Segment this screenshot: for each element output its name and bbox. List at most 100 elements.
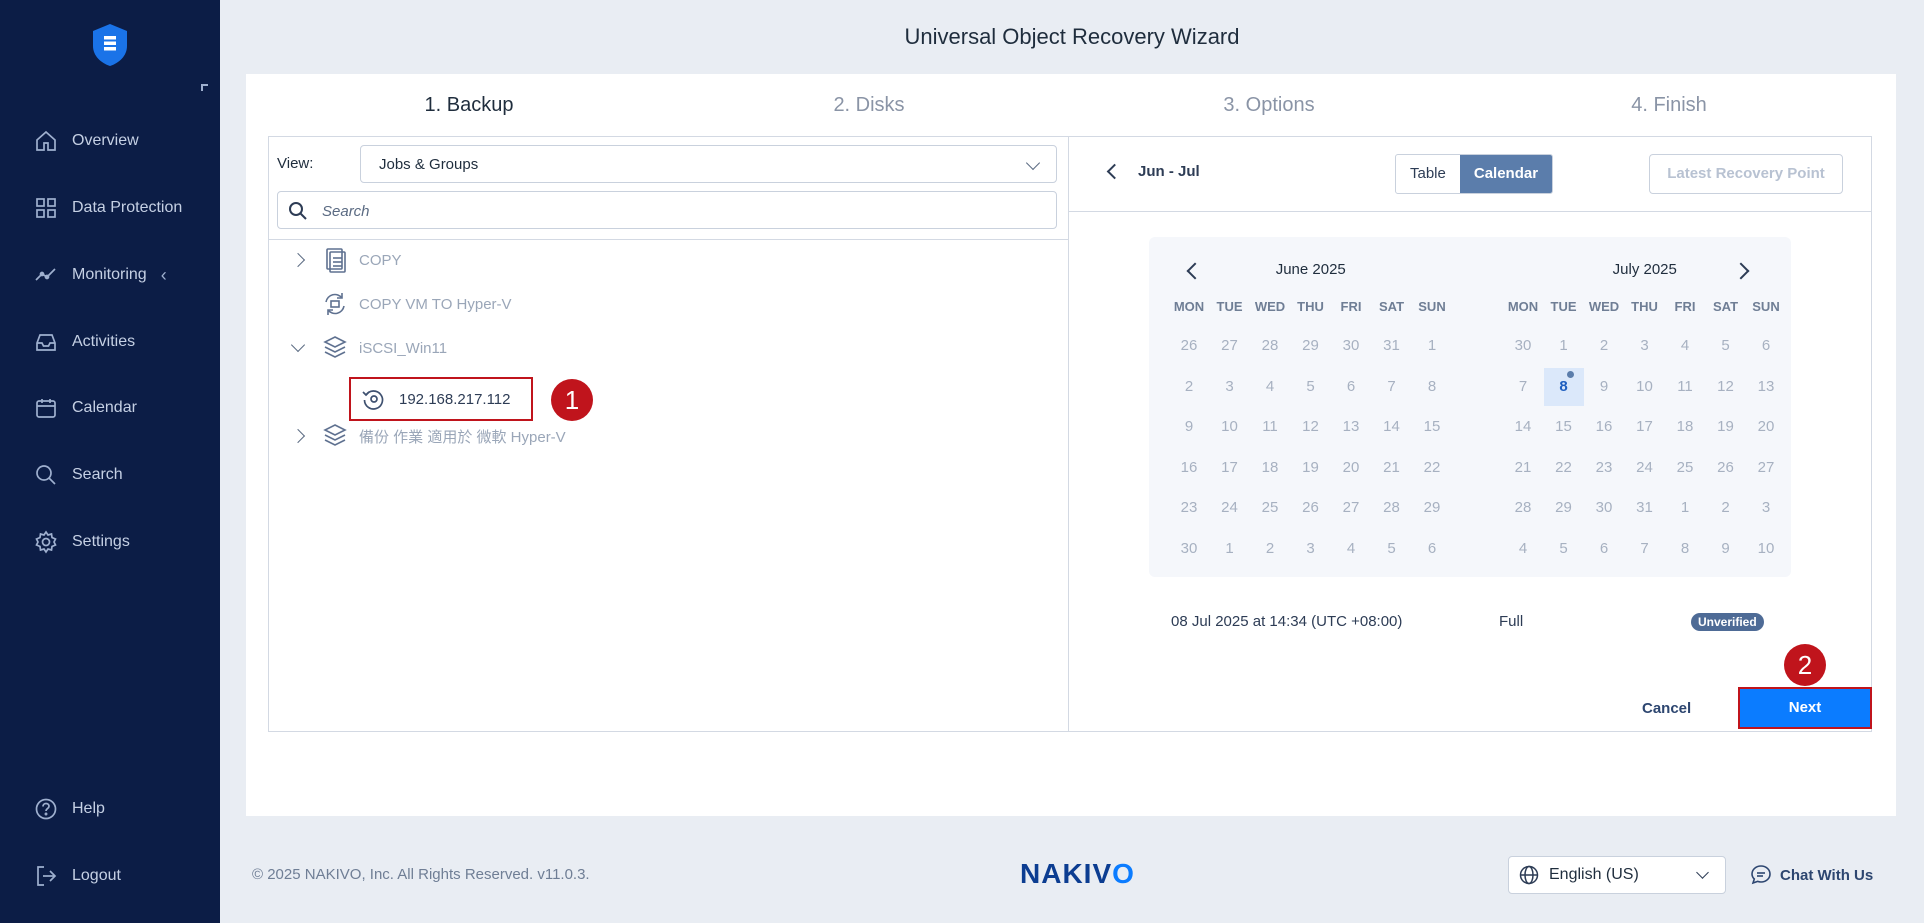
calendar-day[interactable]: 1	[1412, 327, 1452, 365]
calendar-day[interactable]: 23	[1169, 489, 1209, 527]
calendar-day[interactable]: 31	[1372, 327, 1412, 365]
calendar-day[interactable]: 3	[1291, 530, 1331, 568]
calendar-day[interactable]: 27	[1746, 449, 1786, 487]
sidebar-item-help[interactable]: Help	[34, 794, 105, 824]
tree-node-host-192-168-217-112[interactable]: 192.168.217.112	[349, 377, 533, 421]
calendar-day[interactable]: 2	[1706, 489, 1746, 527]
calendar-day[interactable]: 2	[1169, 368, 1209, 406]
calendar-day[interactable]: 29	[1544, 489, 1584, 527]
calendar-day[interactable]: 5	[1706, 327, 1746, 365]
calendar-day[interactable]: 26	[1169, 327, 1209, 365]
sidebar-item-settings[interactable]: Settings	[34, 527, 130, 557]
calendar-day[interactable]: 25	[1665, 449, 1705, 487]
calendar-day[interactable]: 22	[1412, 449, 1452, 487]
toggle-table[interactable]: Table	[1396, 155, 1460, 193]
calendar-day[interactable]: 9	[1706, 530, 1746, 568]
calendar-day[interactable]: 12	[1706, 368, 1746, 406]
calendar-day[interactable]: 24	[1210, 489, 1250, 527]
tree-node-copy[interactable]: COPY	[290, 245, 402, 275]
calendar-day[interactable]: 5	[1291, 368, 1331, 406]
calendar-day[interactable]: 28	[1250, 327, 1290, 365]
calendar-day[interactable]: 30	[1331, 327, 1371, 365]
calendar-day[interactable]: 18	[1665, 408, 1705, 446]
calendar-day[interactable]: 16	[1584, 408, 1624, 446]
sidebar-item-logout[interactable]: Logout	[34, 861, 121, 891]
chevron-right-icon[interactable]	[290, 252, 306, 268]
calendar-day[interactable]: 21	[1372, 449, 1412, 487]
calendar-day[interactable]: 7	[1503, 368, 1543, 406]
calendar-day[interactable]: 11	[1250, 408, 1290, 446]
tree-node-iscsi-win11[interactable]: iSCSI_Win11	[290, 333, 447, 363]
calendar-day[interactable]: 14	[1503, 408, 1543, 446]
step-disks[interactable]: 2. Disks	[669, 94, 1069, 117]
calendar-day[interactable]: 11	[1665, 368, 1705, 406]
calendar-day[interactable]: 13	[1331, 408, 1371, 446]
calendar-day[interactable]: 18	[1250, 449, 1290, 487]
calendar-day[interactable]: 20	[1746, 408, 1786, 446]
period-nav[interactable]: Jun - Jul	[1106, 163, 1200, 180]
tree-node-hyper-v-backup-job[interactable]: 備份 作業 適用於 微軟 Hyper-V	[290, 421, 566, 451]
calendar-day[interactable]: 19	[1291, 449, 1331, 487]
calendar-day[interactable]: 9	[1169, 408, 1209, 446]
language-select[interactable]: English (US)	[1508, 856, 1726, 894]
recovery-point-date[interactable]: 08 Jul 2025 at 14:34 (UTC +08:00)	[1171, 613, 1402, 630]
calendar-day[interactable]: 7	[1625, 530, 1665, 568]
calendar-day[interactable]: 3	[1625, 327, 1665, 365]
sidebar-item-calendar[interactable]: Calendar	[34, 393, 137, 423]
calendar-day[interactable]: 3	[1210, 368, 1250, 406]
sidebar-item-search[interactable]: Search	[34, 460, 123, 490]
search-input[interactable]	[322, 199, 1022, 223]
search-field[interactable]	[277, 191, 1057, 229]
calendar-day[interactable]: 28	[1372, 489, 1412, 527]
calendar-day[interactable]: 5	[1372, 530, 1412, 568]
calendar-day[interactable]: 10	[1746, 530, 1786, 568]
calendar-day[interactable]: 2	[1250, 530, 1290, 568]
calendar-day[interactable]: 6	[1746, 327, 1786, 365]
tree-node-copy-vm-to-hyper-v[interactable]: COPY VM TO Hyper-V	[321, 289, 512, 319]
calendar-day[interactable]: 9	[1584, 368, 1624, 406]
calendar-day[interactable]: 4	[1665, 327, 1705, 365]
chevron-left-icon[interactable]	[1106, 163, 1123, 180]
cancel-button[interactable]: Cancel	[1642, 700, 1691, 717]
calendar-day[interactable]: 30	[1584, 489, 1624, 527]
calendar-day[interactable]: 6	[1584, 530, 1624, 568]
next-button[interactable]: Next	[1738, 687, 1872, 729]
calendar-day[interactable]: 30	[1503, 327, 1543, 365]
view-select[interactable]: Jobs & Groups	[360, 145, 1057, 183]
calendar-day[interactable]: 6	[1331, 368, 1371, 406]
calendar-day[interactable]: 29	[1291, 327, 1331, 365]
calendar-day[interactable]: 24	[1625, 449, 1665, 487]
sidebar-item-monitoring[interactable]: Monitoring ‹	[34, 260, 167, 290]
calendar-day[interactable]: 7	[1372, 368, 1412, 406]
calendar-day[interactable]: 8	[1665, 530, 1705, 568]
calendar-day[interactable]: 1	[1544, 327, 1584, 365]
calendar-day[interactable]: 12	[1291, 408, 1331, 446]
calendar-day[interactable]: 3	[1746, 489, 1786, 527]
calendar-day[interactable]: 2	[1584, 327, 1624, 365]
calendar-day[interactable]: 16	[1169, 449, 1209, 487]
chat-with-us-link[interactable]: Chat With Us	[1750, 864, 1873, 886]
calendar-day[interactable]: 10	[1210, 408, 1250, 446]
calendar-day[interactable]: 29	[1412, 489, 1452, 527]
calendar-day[interactable]: 20	[1331, 449, 1371, 487]
calendar-day[interactable]: 23	[1584, 449, 1624, 487]
calendar-day[interactable]: 26	[1291, 489, 1331, 527]
calendar-day[interactable]: 27	[1331, 489, 1371, 527]
step-options[interactable]: 3. Options	[1069, 94, 1469, 117]
calendar-day[interactable]: 8	[1543, 367, 1584, 406]
chevron-right-icon[interactable]	[290, 428, 306, 444]
chevron-down-icon[interactable]	[290, 337, 306, 353]
calendar-day[interactable]: 31	[1625, 489, 1665, 527]
calendar-day[interactable]: 15	[1544, 408, 1584, 446]
calendar-day[interactable]: 28	[1503, 489, 1543, 527]
calendar-day[interactable]: 14	[1372, 408, 1412, 446]
toggle-calendar[interactable]: Calendar	[1459, 155, 1553, 193]
step-backup[interactable]: 1. Backup	[269, 94, 669, 117]
latest-recovery-point-button[interactable]: Latest Recovery Point	[1649, 154, 1843, 194]
calendar-day[interactable]: 21	[1503, 449, 1543, 487]
calendar-day[interactable]: 4	[1331, 530, 1371, 568]
calendar-day[interactable]: 15	[1412, 408, 1452, 446]
calendar-day[interactable]: 1	[1665, 489, 1705, 527]
calendar-day[interactable]: 6	[1412, 530, 1452, 568]
calendar-day[interactable]: 30	[1169, 530, 1209, 568]
